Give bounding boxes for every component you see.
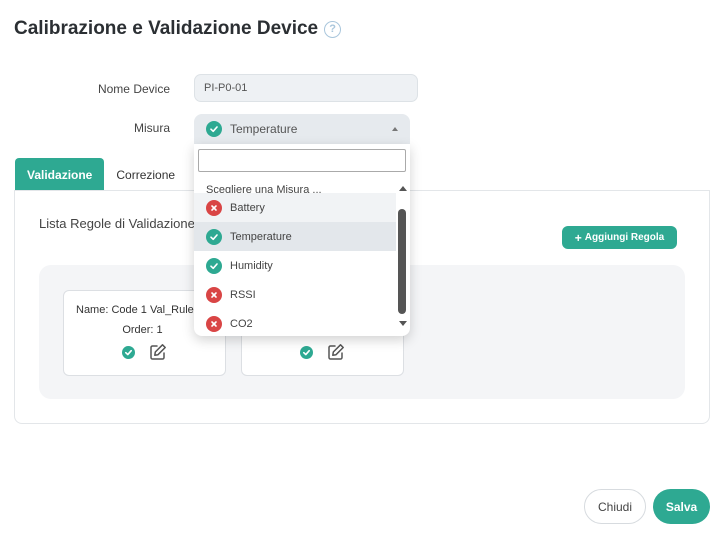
rule-card-actions — [242, 343, 403, 361]
x-circle-icon — [206, 315, 222, 332]
save-button[interactable]: Salva — [653, 489, 710, 524]
check-circle-icon[interactable] — [122, 345, 135, 359]
edit-icon[interactable] — [149, 343, 167, 361]
device-name-input[interactable]: PI-P0-01 — [194, 74, 418, 102]
check-circle-icon — [206, 121, 222, 137]
x-circle-icon — [206, 199, 222, 216]
dropdown-option-label: CO2 — [230, 317, 253, 330]
plus-icon: + — [574, 230, 582, 245]
dropdown-option-co2[interactable]: CO2 — [194, 309, 396, 336]
check-circle-icon[interactable] — [300, 345, 313, 359]
misura-select[interactable]: Temperature — [194, 114, 410, 144]
dropdown-option-battery[interactable]: Battery — [194, 193, 396, 222]
rule-card-actions — [64, 343, 225, 361]
dropdown-scrollbar[interactable] — [396, 174, 408, 336]
dropdown-option-label: RSSI — [230, 288, 256, 301]
dropdown-option-label: Temperature — [230, 230, 292, 243]
scroll-up-arrow-icon[interactable] — [399, 186, 407, 191]
page-title-text: Calibrazione e Validazione Device — [14, 18, 319, 39]
device-name-label: Nome Device — [97, 82, 170, 96]
add-rule-button[interactable]: + Aggiungi Regola — [562, 226, 677, 249]
rule-card-name: Name: Code 1 Val_Rule — [76, 304, 194, 316]
question-circle-icon[interactable]: ? — [324, 20, 342, 38]
misura-selected-value: Temperature — [230, 122, 298, 136]
dropdown-option-label: Battery — [230, 201, 265, 214]
dropdown-search-input[interactable] — [198, 149, 406, 172]
scrollbar-thumb[interactable] — [398, 209, 406, 314]
dropdown-option-temperature[interactable]: Temperature — [194, 222, 396, 251]
page-title: Calibrazione e Validazione Device ? — [14, 18, 342, 40]
caret-up-icon — [392, 127, 398, 131]
dropdown-option-rssi[interactable]: RSSI — [194, 280, 396, 309]
x-circle-icon — [206, 286, 222, 303]
dropdown-option-label: Humidity — [230, 259, 273, 272]
add-rule-label: Aggiungi Regola — [584, 232, 665, 243]
check-circle-icon — [206, 228, 222, 245]
dropdown-placeholder[interactable]: Scegliere una Misura ... — [194, 174, 396, 193]
tab-bar: Validazione Correzione — [15, 158, 187, 191]
dropdown-options: Scegliere una Misura ... Battery Tempera… — [194, 174, 396, 336]
close-button[interactable]: Chiudi — [584, 489, 646, 524]
rules-list-title: Lista Regole di Validazione — [39, 216, 195, 231]
dropdown-option-humidity[interactable]: Humidity — [194, 251, 396, 280]
dropdown-placeholder-text: Scegliere una Misura ... — [206, 184, 322, 193]
misura-label: Misura — [133, 121, 170, 135]
tab-correzione[interactable]: Correzione — [104, 158, 187, 191]
check-circle-icon — [206, 257, 222, 274]
edit-icon[interactable] — [327, 343, 345, 361]
tab-validazione[interactable]: Validazione — [15, 158, 105, 191]
scroll-down-arrow-icon[interactable] — [399, 321, 407, 326]
misura-dropdown: Scegliere una Misura ... Battery Tempera… — [194, 144, 410, 336]
